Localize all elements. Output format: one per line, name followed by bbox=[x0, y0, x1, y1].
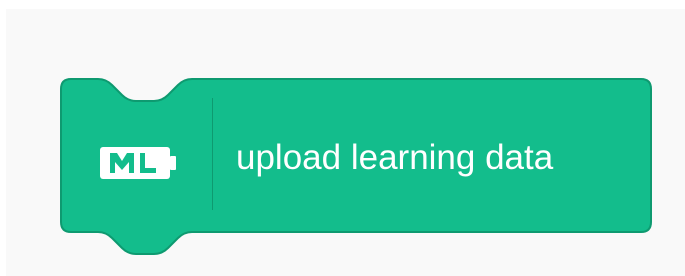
upload-learning-data-block[interactable]: ML upload learning data bbox=[0, 0, 685, 276]
block-divider bbox=[212, 98, 213, 210]
block-label: upload learning data bbox=[236, 138, 554, 177]
canvas: ML upload learning data bbox=[0, 0, 685, 276]
ml-icon: ML bbox=[98, 143, 180, 183]
